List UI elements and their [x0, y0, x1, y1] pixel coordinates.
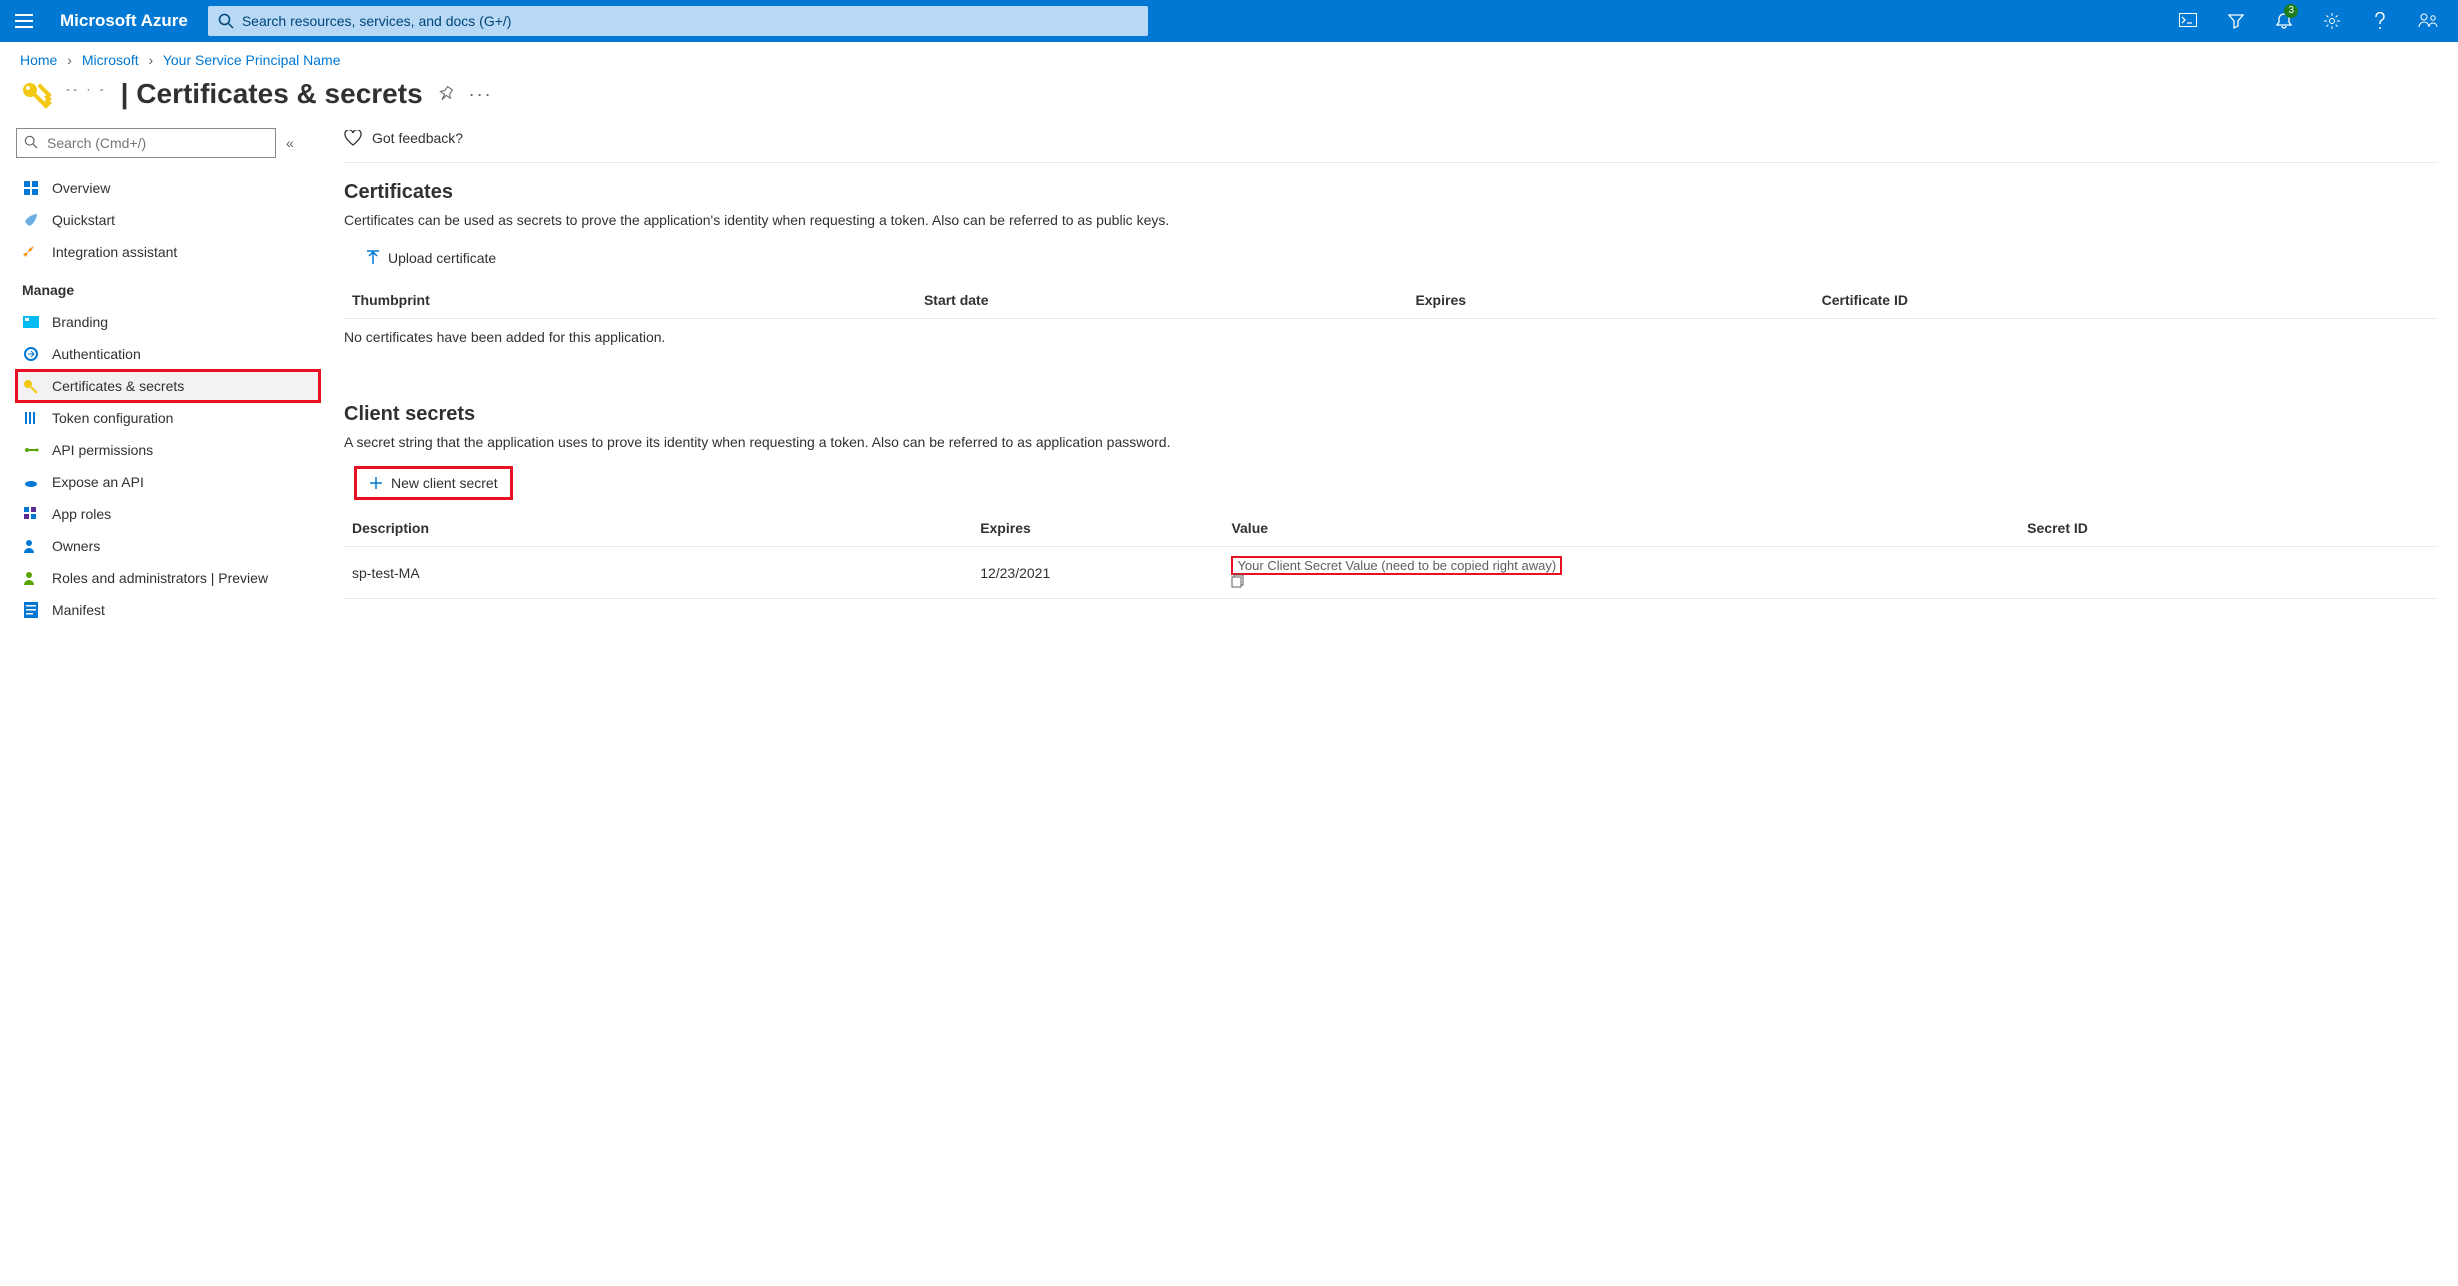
- plus-icon: [369, 476, 383, 490]
- token-icon: [22, 410, 40, 426]
- sidebar-item-label: Authentication: [52, 346, 141, 362]
- key-icon: [20, 78, 52, 110]
- col-certid: Certificate ID: [1814, 282, 2438, 319]
- sidebar-item-api-permissions[interactable]: API permissions: [16, 434, 320, 466]
- secret-id: [2019, 547, 2438, 599]
- sidebar: « Overview Quickstart Integration assist…: [0, 128, 320, 646]
- roles-admin-icon: [22, 570, 40, 586]
- page-title-row: -- · - | Certificates & secrets ···: [0, 72, 2458, 128]
- secret-expires: 12/23/2021: [972, 547, 1223, 599]
- collapse-sidebar-icon[interactable]: «: [286, 135, 294, 151]
- sidebar-item-expose-api[interactable]: Expose an API: [16, 466, 320, 498]
- authentication-icon: [22, 346, 40, 362]
- client-secrets-heading: Client secrets: [344, 403, 2438, 426]
- sidebar-item-label: Integration assistant: [52, 244, 177, 260]
- sidebar-item-quickstart[interactable]: Quickstart: [16, 204, 320, 236]
- sidebar-item-branding[interactable]: Branding: [16, 306, 320, 338]
- col-expires: Expires: [1407, 282, 1813, 319]
- notifications-icon[interactable]: 3: [2262, 0, 2306, 42]
- sidebar-item-label: API permissions: [52, 442, 153, 458]
- cloud-shell-icon[interactable]: [2166, 0, 2210, 42]
- col-secretid: Secret ID: [2019, 510, 2438, 547]
- pin-icon[interactable]: [437, 85, 455, 103]
- sidebar-item-label: Manifest: [52, 602, 105, 618]
- new-client-secret-button[interactable]: New client secret: [354, 466, 513, 500]
- col-value: Value: [1223, 510, 2019, 547]
- sidebar-item-manifest[interactable]: Manifest: [16, 594, 320, 626]
- more-icon[interactable]: ···: [469, 84, 493, 105]
- upload-icon: [366, 250, 380, 266]
- global-search-input[interactable]: [208, 6, 1148, 36]
- breadcrumb: Home › Microsoft › Your Service Principa…: [0, 42, 2458, 72]
- key-icon: [22, 378, 40, 394]
- sidebar-search-input[interactable]: [16, 128, 276, 158]
- hamburger-menu[interactable]: [8, 5, 40, 37]
- sidebar-item-overview[interactable]: Overview: [16, 172, 320, 204]
- secret-value-cell: Your Client Secret Value (need to be cop…: [1223, 547, 2019, 599]
- client-secrets-desc: A secret string that the application use…: [344, 434, 2438, 450]
- sidebar-item-authentication[interactable]: Authentication: [16, 338, 320, 370]
- upload-certificate-label: Upload certificate: [388, 250, 496, 266]
- crumb-level1[interactable]: Microsoft: [82, 52, 139, 68]
- sidebar-item-roles-admins[interactable]: Roles and administrators | Preview: [16, 562, 320, 594]
- expose-api-icon: [22, 476, 40, 488]
- sidebar-section-manage: Manage: [16, 268, 320, 306]
- sidebar-item-label: Overview: [52, 180, 110, 196]
- col-startdate: Start date: [916, 282, 1408, 319]
- sidebar-item-label: Branding: [52, 314, 108, 330]
- col-thumbprint: Thumbprint: [344, 282, 916, 319]
- upload-certificate-button[interactable]: Upload certificate: [354, 244, 508, 272]
- sidebar-item-token-configuration[interactable]: Token configuration: [16, 402, 320, 434]
- sidebar-item-label: Certificates & secrets: [52, 378, 184, 394]
- quickstart-icon: [22, 212, 40, 228]
- sidebar-item-label: App roles: [52, 506, 111, 522]
- settings-icon[interactable]: [2310, 0, 2354, 42]
- rocket-icon: [22, 244, 40, 260]
- api-permissions-icon: [22, 442, 40, 458]
- sidebar-item-app-roles[interactable]: App roles: [16, 498, 320, 530]
- search-icon: [24, 135, 38, 149]
- sidebar-item-integration-assistant[interactable]: Integration assistant: [16, 236, 320, 268]
- heart-icon: [344, 130, 362, 146]
- feedback-icon[interactable]: [2406, 0, 2450, 42]
- copy-icon[interactable]: [1231, 574, 2011, 588]
- certificates-empty-msg: No certificates have been added for this…: [344, 319, 2438, 355]
- directory-filter-icon[interactable]: [2214, 0, 2258, 42]
- app-roles-icon: [22, 506, 40, 522]
- client-secrets-table: Description Expires Value Secret ID sp-t…: [344, 510, 2438, 599]
- col-expires: Expires: [972, 510, 1223, 547]
- page-title: | Certificates & secrets: [121, 78, 423, 110]
- topbar: Microsoft Azure 3: [0, 0, 2458, 42]
- new-client-secret-label: New client secret: [391, 475, 498, 491]
- col-description: Description: [344, 510, 972, 547]
- sidebar-item-label: Roles and administrators | Preview: [52, 570, 268, 586]
- chevron-right-icon: ›: [143, 52, 160, 68]
- feedback-link[interactable]: Got feedback?: [372, 130, 463, 146]
- sidebar-item-owners[interactable]: Owners: [16, 530, 320, 562]
- sidebar-item-certificates-secrets[interactable]: Certificates & secrets: [16, 370, 320, 402]
- certificates-heading: Certificates: [344, 181, 2438, 204]
- crumb-level2[interactable]: Your Service Principal Name: [163, 52, 341, 68]
- redacted-name: -- · -: [66, 82, 107, 96]
- search-icon: [218, 13, 234, 29]
- owners-icon: [22, 538, 40, 554]
- certificates-table: Thumbprint Start date Expires Certificat…: [344, 282, 2438, 319]
- sidebar-item-label: Expose an API: [52, 474, 144, 490]
- notification-badge: 3: [2284, 4, 2298, 18]
- sidebar-item-label: Token configuration: [52, 410, 173, 426]
- sidebar-item-label: Owners: [52, 538, 100, 554]
- overview-icon: [22, 180, 40, 196]
- brand-label[interactable]: Microsoft Azure: [50, 11, 198, 31]
- secret-value: Your Client Secret Value (need to be cop…: [1231, 556, 1562, 575]
- branding-icon: [22, 316, 40, 328]
- crumb-home[interactable]: Home: [20, 52, 57, 68]
- main-content: Got feedback? Certificates Certificates …: [320, 128, 2458, 646]
- sidebar-item-label: Quickstart: [52, 212, 115, 228]
- certificates-desc: Certificates can be used as secrets to p…: [344, 212, 2438, 228]
- table-row: sp-test-MA 12/23/2021 Your Client Secret…: [344, 547, 2438, 599]
- help-icon[interactable]: [2358, 0, 2402, 42]
- chevron-right-icon: ›: [61, 52, 78, 68]
- manifest-icon: [22, 602, 40, 618]
- secret-desc: sp-test-MA: [344, 547, 972, 599]
